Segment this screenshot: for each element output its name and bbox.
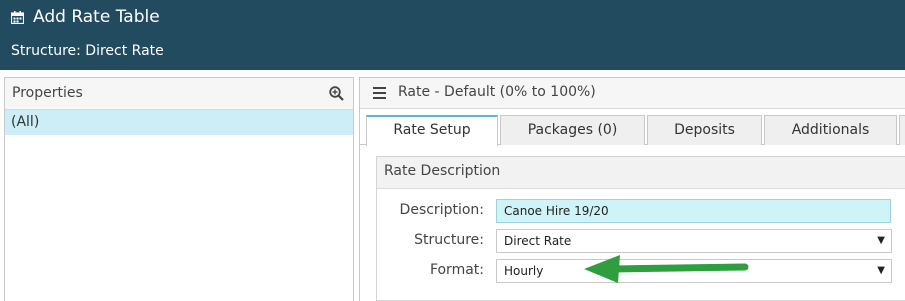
format-select[interactable]: Hourly ▼: [496, 259, 892, 283]
hamburger-menu-icon[interactable]: [373, 87, 386, 99]
properties-header: Properties: [5, 78, 353, 110]
tab-deposits[interactable]: Deposits: [647, 115, 762, 145]
structure-label: Structure:: [414, 232, 484, 248]
zoom-in-icon[interactable]: [329, 86, 344, 101]
page-title: Add Rate Table: [33, 7, 160, 27]
properties-panel: Properties (All): [4, 77, 354, 301]
dropdown-caret-icon: ▼: [877, 265, 885, 276]
dropdown-caret-icon: ▼: [877, 235, 885, 246]
tab-packages[interactable]: Packages (0): [500, 115, 645, 145]
tab-additionals[interactable]: Additionals: [764, 115, 897, 145]
description-input[interactable]: Canoe Hire 19/20: [496, 199, 891, 223]
structure-select[interactable]: Direct Rate ▼: [496, 229, 892, 253]
rate-header: Rate - Default (0% to 100%): [360, 78, 905, 109]
format-label: Format:: [429, 262, 484, 278]
calendar-icon: [11, 11, 24, 24]
page-subtitle: Structure: Direct Rate: [11, 43, 164, 59]
tab-rate-setup[interactable]: Rate Setup: [366, 115, 498, 146]
section-title: Rate Description: [377, 157, 905, 189]
properties-title: Properties: [12, 85, 83, 101]
tab-more[interactable]: [899, 115, 905, 145]
description-label: Description:: [399, 202, 484, 218]
app-header: Add Rate Table Structure: Direct Rate: [0, 0, 905, 70]
structure-value: Direct Rate: [504, 234, 572, 248]
format-value: Hourly: [504, 264, 544, 278]
properties-item-all[interactable]: (All): [5, 110, 353, 135]
rate-title: Rate - Default (0% to 100%): [398, 84, 596, 100]
